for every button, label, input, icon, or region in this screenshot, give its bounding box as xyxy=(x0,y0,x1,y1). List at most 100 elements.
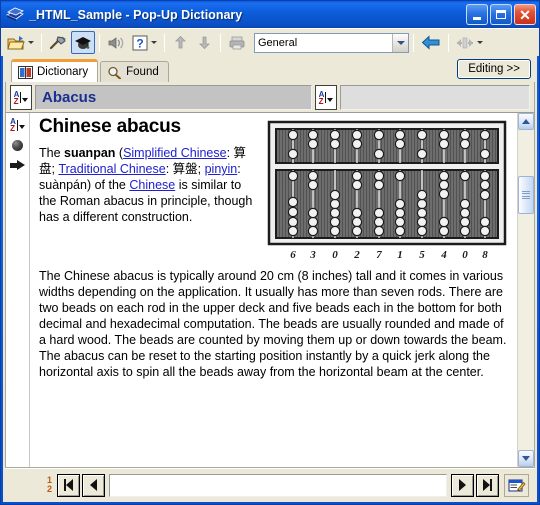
magnifier-icon xyxy=(107,66,122,79)
chevron-up-icon xyxy=(522,119,530,124)
chevron-down-icon xyxy=(396,40,405,45)
edit-entry-button[interactable] xyxy=(504,473,529,497)
previous-record-icon xyxy=(90,479,98,491)
p1-bold-term: suanpan xyxy=(64,146,116,160)
headword-bar: AZ Abacus AZ xyxy=(5,82,535,112)
minimize-icon xyxy=(473,16,481,20)
abacus-digit: 7 xyxy=(376,249,382,261)
scroll-up-button[interactable] xyxy=(518,113,534,130)
abacus-illustration: 6 3 0 2 7 1 5 4 0 8 xyxy=(267,120,507,261)
minimize-button[interactable] xyxy=(466,4,488,25)
previous-record-button[interactable] xyxy=(82,473,106,497)
scrollbar-track[interactable] xyxy=(518,130,534,450)
fit-width-button[interactable] xyxy=(453,31,486,54)
fit-width-icon xyxy=(457,37,473,48)
speaker-icon xyxy=(108,36,124,49)
tab-strip: Dictionary Found Editing >> xyxy=(5,58,535,82)
abacus-digit: 5 xyxy=(419,249,425,261)
next-record-button[interactable] xyxy=(451,473,474,497)
sort-az-icon: AZ xyxy=(319,90,334,105)
maximize-button[interactable] xyxy=(490,4,512,25)
abacus-digit: 6 xyxy=(290,249,296,261)
tab-found-label: Found xyxy=(126,66,159,78)
link-simplified-chinese[interactable]: Simplified Chinese xyxy=(123,146,227,160)
arrow-right-icon[interactable] xyxy=(9,157,27,173)
headword-primary-group: AZ Abacus xyxy=(10,85,312,110)
category-combo-dropdown-button[interactable] xyxy=(392,33,408,52)
headword-secondary-input[interactable] xyxy=(340,85,530,110)
graduation-cap-button[interactable] xyxy=(71,31,95,54)
application-window: _HTML_Sample - Pop-Up Dictionary ✕ ? Gen… xyxy=(0,0,540,505)
last-record-icon xyxy=(483,479,492,491)
tab-found[interactable]: Found xyxy=(100,61,169,82)
last-record-button[interactable] xyxy=(476,473,499,497)
category-combo[interactable]: General xyxy=(254,32,409,53)
move-down-button[interactable] xyxy=(193,31,216,54)
arrow-up-icon xyxy=(174,35,186,48)
open-folder-button[interactable] xyxy=(4,31,37,54)
book-icon xyxy=(18,65,33,79)
page-total: 2 xyxy=(47,484,53,494)
edit-entry-icon xyxy=(508,479,526,492)
open-folder-icon xyxy=(7,35,25,49)
abacus-digit: 4 xyxy=(440,249,447,261)
headword-input[interactable]: Abacus xyxy=(35,85,312,110)
sort-az-button-secondary[interactable]: AZ xyxy=(315,85,337,110)
link-traditional-chinese[interactable]: Traditional Chinese xyxy=(58,162,165,176)
client-area: Dictionary Found Editing >> A Z Abacus A… xyxy=(3,56,537,502)
arrow-down-icon xyxy=(198,36,210,49)
sort-az-icon[interactable]: AZ xyxy=(9,117,27,133)
question-mark-icon: ? xyxy=(132,35,148,50)
books-stack-icon xyxy=(6,6,24,23)
help-button[interactable]: ? xyxy=(129,31,160,54)
sort-az-button-primary[interactable]: AZ xyxy=(10,85,32,110)
tab-dictionary[interactable]: Dictionary xyxy=(11,59,99,82)
tab-dictionary-label: Dictionary xyxy=(37,66,89,78)
move-up-button[interactable] xyxy=(169,31,192,54)
sphere-bullet-icon[interactable] xyxy=(9,137,27,153)
abacus-digit: 0 xyxy=(462,249,468,261)
p1-after-term: ( xyxy=(115,146,124,160)
abacus-digit: 3 xyxy=(309,249,316,261)
p1-pre: The xyxy=(39,146,65,160)
vertical-scrollbar[interactable] xyxy=(517,113,534,467)
fit-width-dropdown-caret[interactable] xyxy=(477,41,483,44)
abacus-digit: 2 xyxy=(353,249,360,261)
toolbar-separator xyxy=(220,33,221,52)
headword-secondary-group: AZ xyxy=(315,85,530,110)
sort-az-icon: AZ xyxy=(14,90,29,105)
open-folder-dropdown-caret[interactable] xyxy=(28,41,34,44)
toolbar-separator xyxy=(448,33,449,52)
p1-text2: : 算盤; xyxy=(165,162,205,176)
back-button[interactable] xyxy=(418,31,444,54)
printer-icon xyxy=(229,36,245,49)
tools-hammer-button[interactable] xyxy=(46,31,70,54)
record-navigation-bar: 1 2 xyxy=(5,468,535,502)
graduation-cap-icon xyxy=(75,36,91,49)
print-button[interactable] xyxy=(225,31,249,54)
editing-button[interactable]: Editing >> xyxy=(457,59,531,79)
abacus-digit: 1 xyxy=(397,249,403,261)
close-button[interactable]: ✕ xyxy=(514,4,536,25)
title-bar: _HTML_Sample - Pop-Up Dictionary ✕ xyxy=(1,1,539,28)
help-dropdown-caret[interactable] xyxy=(151,41,157,44)
close-icon: ✕ xyxy=(519,6,531,23)
chevron-down-icon xyxy=(522,456,530,461)
main-toolbar: ? General xyxy=(1,28,539,56)
scrollbar-thumb[interactable] xyxy=(518,176,534,214)
abacus-digit: 0 xyxy=(332,249,338,261)
scroll-down-button[interactable] xyxy=(518,450,534,467)
svg-text:?: ? xyxy=(136,36,143,50)
page-counter: 1 2 xyxy=(47,476,52,494)
document-gutter: AZ xyxy=(6,113,30,467)
category-combo-value: General xyxy=(258,36,298,49)
sound-button[interactable] xyxy=(104,31,128,54)
abacus-digit: 8 xyxy=(482,249,488,261)
link-chinese[interactable]: Chinese xyxy=(129,178,175,192)
record-search-input[interactable] xyxy=(109,473,447,497)
first-record-icon xyxy=(64,479,74,491)
link-pinyin[interactable]: pinyin xyxy=(205,162,238,176)
next-record-icon xyxy=(459,479,466,491)
first-record-button[interactable] xyxy=(57,473,81,497)
toolbar-separator xyxy=(164,33,165,52)
